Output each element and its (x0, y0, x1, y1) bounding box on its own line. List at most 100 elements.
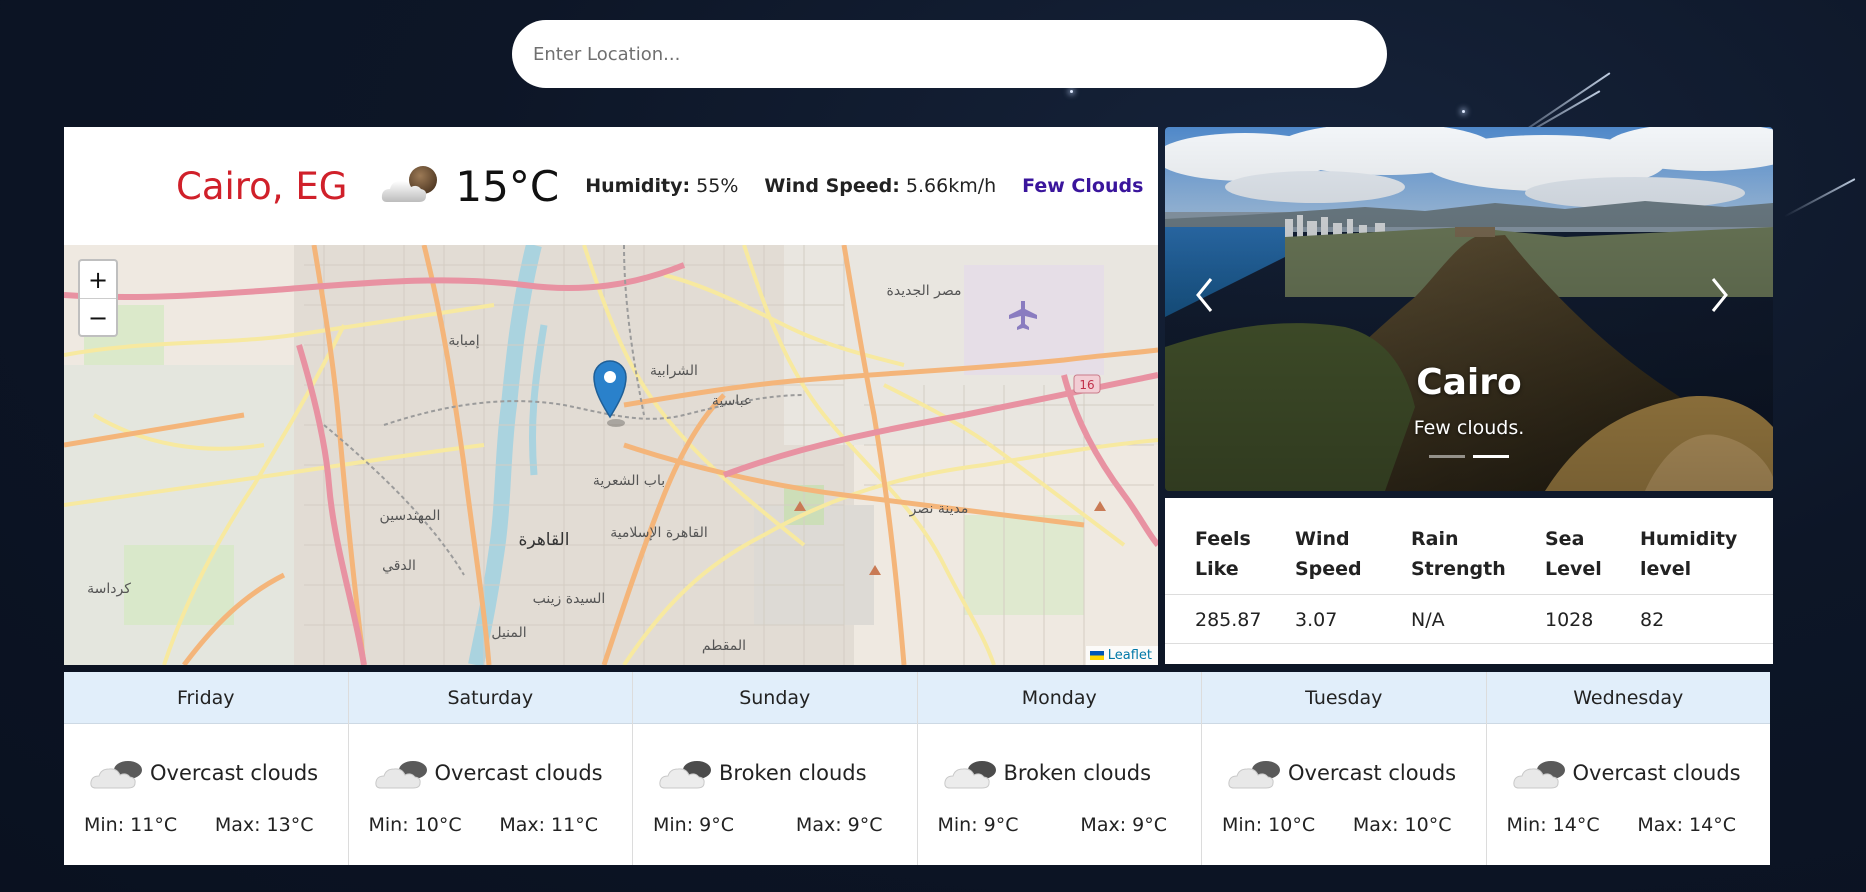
location-search-input[interactable] (531, 42, 1355, 66)
forecast-day: Tuesday Overcast clouds Min: 10°C Max: 1… (1202, 672, 1487, 865)
weather-details-table: Feels Like Wind Speed Rain Strength Sea … (1165, 498, 1773, 644)
star (1070, 90, 1073, 93)
value-feels-like: 285.87 (1165, 594, 1295, 644)
forecast-condition: Broken clouds (659, 754, 917, 792)
map-label-manial: المنيل (491, 625, 526, 641)
carousel-caption: Few clouds. (1413, 417, 1525, 439)
zoom-out-button[interactable]: − (80, 299, 116, 336)
carousel-indicator-2[interactable] (1473, 455, 1509, 458)
forecast-day-name: Wednesday (1486, 672, 1770, 724)
forecast-condition: Overcast clouds (1512, 754, 1771, 792)
forecast-day-name: Saturday (348, 672, 632, 724)
forecast-day-name: Monday (917, 672, 1201, 724)
location-map[interactable]: 16 القاهرة مدينة نصر مصر الجديدة الشرابي… (64, 245, 1158, 665)
map-label-abbasia: عباسية (712, 393, 752, 409)
forecast-condition: Overcast clouds (374, 754, 633, 792)
forecast-temps: Min: 9°C Max: 9°C (633, 814, 917, 836)
overcast-clouds-icon (374, 761, 427, 789)
value-rain-strength: N/A (1411, 594, 1545, 644)
chevron-left-icon (1196, 278, 1213, 312)
search-bar (512, 20, 1387, 88)
forecast-temps: Min: 10°C Max: 10°C (1202, 814, 1486, 836)
forecast-temps: Min: 14°C Max: 14°C (1487, 814, 1771, 836)
weather-description: Few Clouds (1022, 175, 1144, 197)
weather-details-card: Feels Like Wind Speed Rain Strength Sea … (1165, 498, 1773, 664)
current-weather-header: Cairo, EG 15°C Humidity: 55% Wind Speed:… (64, 127, 1158, 245)
map-label-shubra: الشرابية (650, 363, 698, 379)
header-humidity-level: Humidity level (1640, 498, 1773, 595)
star (1462, 110, 1465, 113)
broken-clouds-icon (659, 761, 711, 789)
wind-speed-value: 5.66km/h (905, 175, 997, 197)
header-sea-level: Sea Level (1545, 498, 1640, 595)
carousel-title: Cairo (1416, 362, 1522, 403)
value-wind-speed: 3.07 (1295, 594, 1411, 644)
overcast-clouds-icon (1512, 761, 1565, 789)
zoom-in-button[interactable]: + (80, 261, 116, 299)
forecast-day: Saturday Overcast clouds Min: 10°C Max: … (348, 672, 633, 865)
map-label-nasr-city: مدينة نصر (909, 501, 969, 517)
few-clouds-icon (379, 162, 441, 210)
forecast-condition-text: Broken clouds (1003, 761, 1152, 785)
forecast-condition: Overcast clouds (1228, 754, 1486, 792)
map-label-imbaba: إمبابة (448, 333, 479, 349)
current-weather-card: Cairo, EG 15°C Humidity: 55% Wind Speed:… (64, 127, 1158, 665)
forecast-max: Max: 9°C (1080, 814, 1167, 836)
shooting-star (1783, 178, 1856, 218)
wind-speed-label: Wind Speed: (764, 175, 900, 197)
road-shield-16: 16 (1079, 378, 1094, 392)
map-label-bab-sharia: باب الشعرية (593, 473, 665, 489)
forecast-max: Max: 9°C (795, 814, 883, 836)
forecast-condition-text: Overcast clouds (434, 761, 603, 785)
humidity-value: 55% (696, 175, 739, 197)
header-wind-speed: Wind Speed (1295, 498, 1411, 595)
carousel-next-button[interactable] (1709, 277, 1743, 312)
forecast-condition-text: Broken clouds (719, 761, 867, 785)
leaflet-link[interactable]: Leaflet (1108, 648, 1152, 663)
forecast-day: Friday Overcast clouds Min: 11°C Max: 13… (64, 672, 349, 865)
forecast-max: Max: 10°C (1352, 814, 1452, 836)
forecast-day: Sunday Broken clouds Min: 9°C Max: 9°C (633, 672, 918, 865)
city-name: Cairo, EG (176, 164, 348, 208)
map-label-kerdasa: كرداسة (87, 581, 131, 597)
forecast-condition-text: Overcast clouds (150, 761, 319, 785)
map-label-islamic-cairo: القاهرة الإسلامية (610, 525, 708, 541)
carousel-prev-button[interactable] (1195, 277, 1229, 312)
forecast-strip: Friday Overcast clouds Min: 11°C Max: 13… (64, 672, 1770, 865)
forecast-min: Min: 14°C (1506, 814, 1600, 836)
forecast-condition: Overcast clouds (90, 754, 348, 792)
header-rain-strength: Rain Strength (1411, 498, 1545, 595)
map-label-heliopolis: مصر الجديدة (887, 283, 962, 299)
table-row: 285.87 3.07 N/A 1028 82 (1165, 594, 1773, 644)
map-attribution: Leaflet (1085, 646, 1158, 665)
chevron-right-icon (1711, 278, 1728, 312)
map-tiles: 16 القاهرة مدينة نصر مصر الجديدة الشرابي… (64, 245, 1158, 665)
value-sea-level: 1028 (1545, 594, 1640, 644)
carousel-indicator-1[interactable] (1429, 455, 1465, 458)
map-label-cairo: القاهرة (519, 530, 570, 550)
forecast-min: Min: 10°C (1222, 814, 1316, 836)
forecast-temps: Min: 10°C Max: 11°C (349, 814, 633, 836)
carousel-indicators (1165, 455, 1773, 458)
city-photo-carousel: Cairo Few clouds. (1165, 127, 1773, 491)
forecast-max: Max: 14°C (1637, 814, 1736, 836)
map-zoom-control: + − (78, 259, 118, 337)
map-label-mohandessin: المهندسين (380, 508, 441, 524)
forecast-condition: Broken clouds (943, 754, 1202, 792)
forecast-min: Min: 11°C (84, 814, 178, 836)
value-humidity-level: 82 (1640, 594, 1773, 644)
forecast-min: Min: 10°C (368, 814, 462, 836)
humidity-label: Humidity: (585, 175, 691, 197)
forecast-temps: Min: 11°C Max: 13°C (64, 814, 348, 836)
broken-clouds-icon (943, 761, 996, 789)
forecast-condition-text: Overcast clouds (1288, 761, 1457, 785)
forecast-condition-text: Overcast clouds (1572, 761, 1741, 785)
forecast-temps: Min: 9°C Max: 9°C (918, 814, 1202, 836)
forecast-day-name: Sunday (633, 672, 917, 724)
map-label-dokki: الدقي (382, 558, 416, 574)
forecast-day: Monday Broken clouds Min: 9°C Max: 9°C (917, 672, 1202, 865)
forecast-day: Wednesday Overcast clouds Min: 14°C Max:… (1486, 672, 1771, 865)
forecast-min: Min: 9°C (653, 814, 735, 836)
wind-speed-info: Wind Speed: 5.66km/h (764, 175, 996, 197)
overcast-clouds-icon (90, 761, 142, 789)
